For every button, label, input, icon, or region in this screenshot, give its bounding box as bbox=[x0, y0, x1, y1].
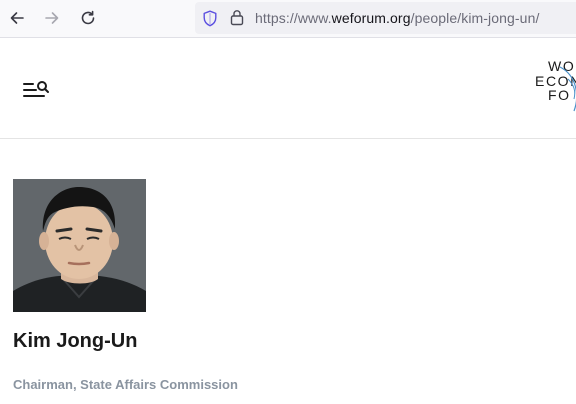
person-title: Chairman, State Affairs Commission bbox=[13, 377, 238, 392]
url-prefix: https://www. bbox=[255, 10, 332, 26]
reload-button[interactable] bbox=[77, 7, 99, 29]
person-name: Kim Jong-Un bbox=[13, 330, 138, 352]
profile-photo bbox=[13, 179, 146, 312]
reload-icon bbox=[81, 10, 95, 25]
address-bar[interactable]: https://www.weforum.org/people/kim-jong-… bbox=[195, 2, 576, 34]
arrow-left-icon bbox=[10, 12, 24, 24]
menu-search-icon bbox=[23, 81, 49, 97]
url-text[interactable]: https://www.weforum.org/people/kim-jong-… bbox=[255, 10, 539, 26]
back-button[interactable] bbox=[6, 7, 28, 29]
browser-toolbar: https://www.weforum.org/people/kim-jong-… bbox=[0, 0, 576, 38]
site-header: WO ECON FO bbox=[0, 39, 576, 139]
logo-arc-icon bbox=[559, 66, 576, 112]
portrait-photo bbox=[13, 179, 146, 312]
arrow-right-icon bbox=[45, 12, 59, 24]
url-path: /people/kim-jong-un/ bbox=[410, 10, 540, 26]
shield-icon[interactable] bbox=[202, 10, 218, 27]
menu-search-button[interactable] bbox=[22, 79, 50, 101]
wef-logo[interactable]: WO ECON FO bbox=[534, 59, 576, 119]
lock-icon[interactable] bbox=[230, 9, 244, 26]
url-host: weforum.org bbox=[331, 10, 411, 26]
forward-button[interactable] bbox=[41, 7, 63, 29]
